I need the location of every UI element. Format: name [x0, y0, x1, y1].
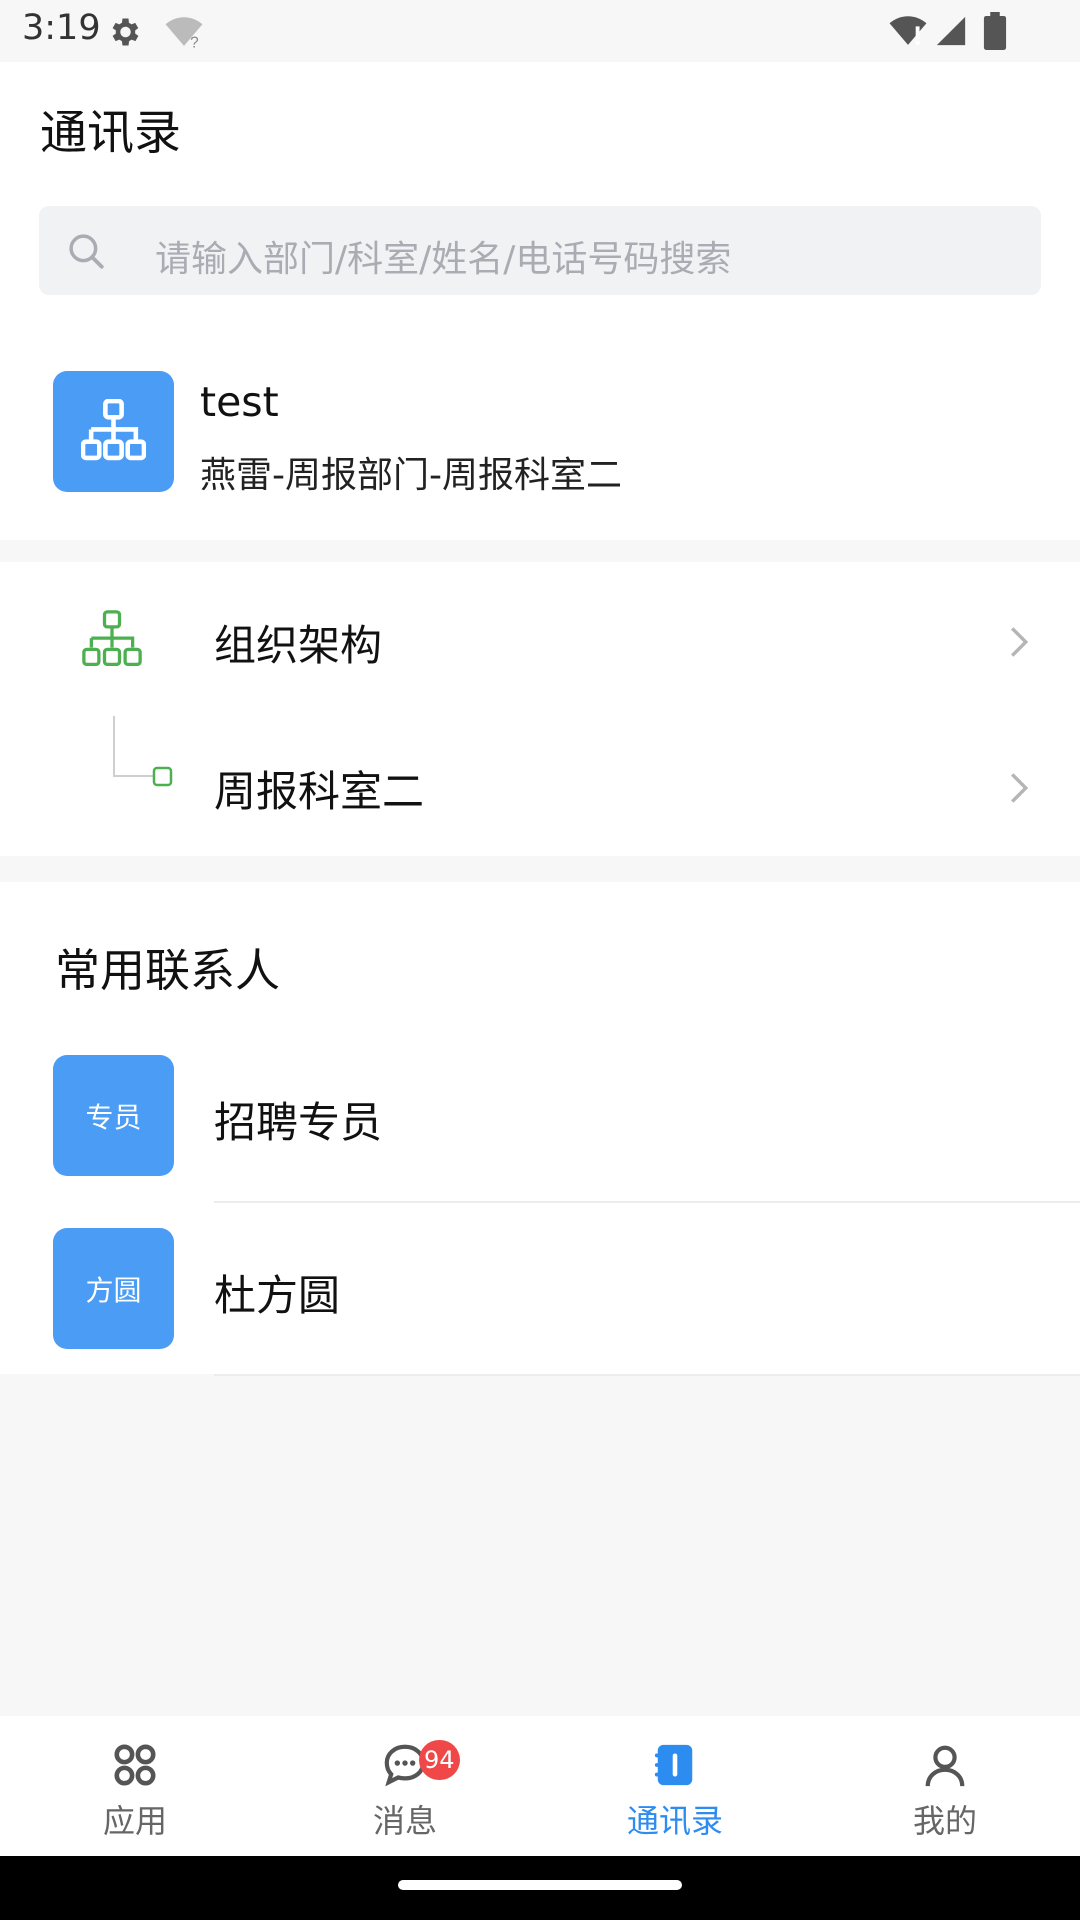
- contacts-card: 常用联系人 专员 招聘专员 方圆 杜方圆: [0, 882, 1080, 1376]
- avatar: 专员: [53, 1055, 174, 1176]
- search-placeholder: 请输入部门/科室/姓名/电话号码搜索: [155, 239, 732, 280]
- tab-apps[interactable]: 应用: [0, 1716, 270, 1856]
- tab-label: 通讯录: [626, 1802, 723, 1840]
- gear-icon: [112, 18, 139, 46]
- profile-department: 燕雷-周报部门-周报科室二: [200, 455, 622, 496]
- contact-item[interactable]: 方圆 杜方圆: [0, 1228, 1080, 1401]
- wifi-icon: [889, 16, 927, 45]
- signal-icon: [936, 16, 966, 46]
- svg-text:?: ?: [190, 34, 199, 50]
- contact-item[interactable]: 专员 招聘专员: [0, 1055, 1080, 1228]
- org-structure-row[interactable]: 组织架构: [0, 570, 1080, 710]
- person-icon: [925, 1745, 965, 1787]
- search-box[interactable]: 请输入部门/科室/姓名/电话号码搜索: [39, 206, 1041, 295]
- home-indicator[interactable]: [398, 1880, 682, 1890]
- contact-name: 招聘专员: [214, 1098, 383, 1147]
- chevron-right-icon: [1010, 773, 1029, 803]
- org-tree-icon: [81, 399, 146, 461]
- apps-grid-icon: [114, 1744, 156, 1786]
- tab-me[interactable]: 我的: [810, 1716, 1080, 1856]
- profile-name: test: [200, 378, 279, 426]
- contacts-section-title: 常用联系人: [55, 944, 281, 997]
- contacts-book-icon: [654, 1744, 693, 1786]
- tab-label: 我的: [912, 1802, 977, 1840]
- battery-icon: [983, 12, 1007, 50]
- unread-badge: 94: [419, 1740, 460, 1780]
- header-section: 通讯录 请输入部门/科室/姓名/电话号码搜索 test 燕雷-周报部门-周报科室…: [0, 62, 1080, 540]
- org-tree-icon: [82, 610, 142, 667]
- divider: [214, 1201, 1080, 1203]
- org-card: 组织架构 周报科室二: [0, 562, 1080, 856]
- chevron-right-icon: [1010, 627, 1029, 657]
- status-time: 3:19: [22, 8, 101, 48]
- tab-contacts[interactable]: 通讯录: [540, 1716, 810, 1856]
- org-structure-label: 组织架构: [214, 621, 383, 670]
- tab-label: 消息: [372, 1802, 437, 1840]
- tab-label: 应用: [102, 1802, 167, 1840]
- wifi-unknown-icon: ?: [165, 17, 203, 50]
- status-bar: 3:19 ?: [0, 0, 1080, 62]
- system-nav-bar: [0, 1856, 1080, 1920]
- org-sub-department-row[interactable]: 周报科室二: [0, 716, 1080, 856]
- avatar: 方圆: [53, 1228, 174, 1349]
- divider: [214, 1374, 1080, 1376]
- profile-avatar[interactable]: [53, 371, 174, 492]
- contact-name: 杜方圆: [214, 1271, 341, 1320]
- sub-node-icon: [113, 716, 173, 787]
- org-sub-department-label: 周报科室二: [214, 767, 425, 816]
- tab-messages[interactable]: 94 消息: [270, 1716, 540, 1856]
- bottom-tab-bar: 应用 94 消息 通讯录 我的: [0, 1716, 1080, 1856]
- search-icon: [69, 234, 104, 269]
- page-title: 通讯录: [40, 106, 181, 161]
